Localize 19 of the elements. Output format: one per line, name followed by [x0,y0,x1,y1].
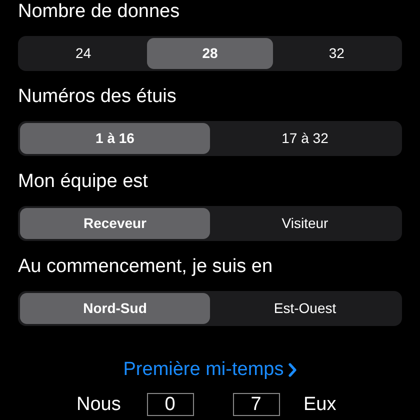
us-score-field[interactable]: 0 [146,393,194,416]
segment-option[interactable]: 32 [273,38,400,69]
us-label: Nous [76,392,122,416]
them-score-field[interactable]: 7 [232,393,280,416]
chevron-right-icon [288,363,297,378]
first-half-link[interactable]: Première mi-temps [123,356,297,384]
segment-option[interactable]: 1 à 16 [20,123,210,154]
segment-option[interactable]: 28 [146,38,274,69]
segment-option[interactable]: Est-Ouest [210,293,400,324]
segment-option[interactable]: 17 à 32 [210,123,400,154]
segment-option[interactable]: Receveur [20,208,210,239]
segment-option[interactable]: Nord-Sud [20,293,210,324]
them-label: Eux [304,392,338,416]
segment-option[interactable]: 24 [20,38,147,69]
section-label: Mon équipe est [18,170,149,194]
section-label: Au commencement, je suis en [18,255,274,279]
section-label: Nombre de donnes [18,0,181,24]
segment-option[interactable]: Visiteur [210,208,400,239]
section-label: Numéros des étuis [18,85,178,109]
